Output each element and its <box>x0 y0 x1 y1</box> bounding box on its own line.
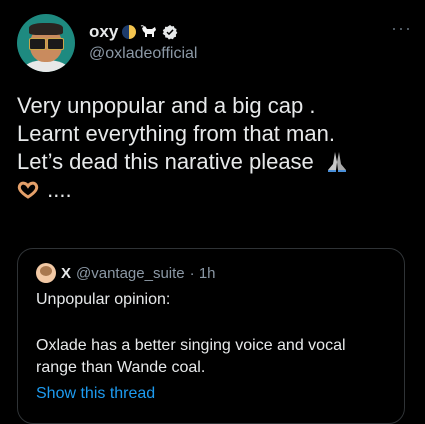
quoted-author-avatar[interactable] <box>36 263 56 283</box>
tweet-line: .... <box>47 177 72 202</box>
quoted-timestamp[interactable]: · 1h <box>190 265 216 282</box>
author-handle[interactable]: @oxladeofficial <box>89 45 197 63</box>
author-display-name[interactable]: oxy <box>89 22 118 42</box>
verified-badge-icon <box>162 25 178 40</box>
quoted-text-body: Oxlade has a better singing voice and vo… <box>36 337 346 376</box>
heart-hands-icon <box>17 181 39 199</box>
author-avatar[interactable] <box>17 14 75 72</box>
tweet-line-with-emoji: .... <box>17 176 412 204</box>
avatar-hair <box>29 23 63 35</box>
tweet-line: Let’s dead this narative please <box>17 149 314 174</box>
quoted-text-line: Unpopular opinion: <box>36 291 171 308</box>
more-options-icon[interactable]: ··· <box>391 18 412 39</box>
quoted-header: X @vantage_suite · 1h <box>36 263 216 283</box>
tweet-line: Learnt everything from that man. <box>17 121 335 146</box>
tweet-header: oxy @oxladeofficial ··· <box>17 14 412 74</box>
tweet-line-with-emoji: Let’s dead this narative please <box>17 148 412 176</box>
folded-hands-icon <box>327 152 346 172</box>
tweet-text: Very unpopular and a big cap . Learnt ev… <box>17 92 412 204</box>
moon-icon <box>122 25 137 39</box>
quoted-author-name[interactable]: X <box>61 265 71 282</box>
avatar-glasses <box>29 38 64 50</box>
author-name-row[interactable]: oxy <box>89 22 178 42</box>
quoted-author-handle[interactable]: @vantage_suite <box>76 265 185 282</box>
goat-icon <box>141 25 157 37</box>
tweet-line: Very unpopular and a big cap . <box>17 93 316 118</box>
quoted-tweet-card[interactable]: X @vantage_suite · 1h Unpopular opinion:… <box>17 248 405 424</box>
show-thread-link[interactable]: Show this thread <box>36 385 155 403</box>
